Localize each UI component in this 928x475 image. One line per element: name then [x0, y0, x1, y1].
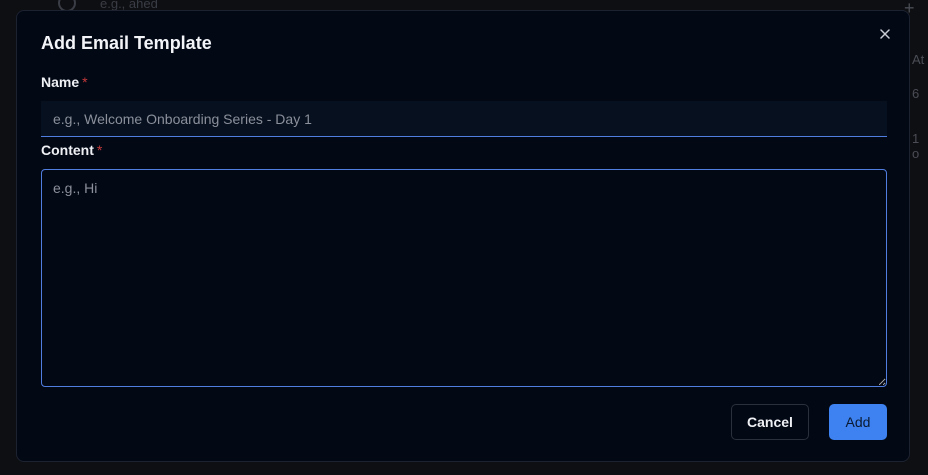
name-input[interactable]: [41, 101, 887, 137]
close-icon: [880, 29, 890, 39]
content-required-mark: *: [96, 142, 103, 158]
cancel-button[interactable]: Cancel: [731, 404, 809, 440]
add-email-template-dialog: Add Email Template Name* Content* Cancel…: [16, 10, 910, 462]
name-label-text: Name: [41, 74, 80, 90]
content-textarea[interactable]: [41, 169, 887, 387]
add-button[interactable]: Add: [829, 404, 887, 440]
name-required-mark: *: [82, 74, 88, 90]
close-button[interactable]: [878, 27, 892, 41]
name-label: Name *: [41, 74, 88, 90]
dialog-title: Add Email Template: [41, 33, 212, 53]
content-label: Content *: [41, 142, 102, 158]
background-cell-1: 6: [912, 86, 920, 101]
background-column-header: At: [912, 52, 925, 67]
background-cell-2: 1 o: [912, 131, 920, 161]
content-label-text: Content: [41, 142, 94, 158]
